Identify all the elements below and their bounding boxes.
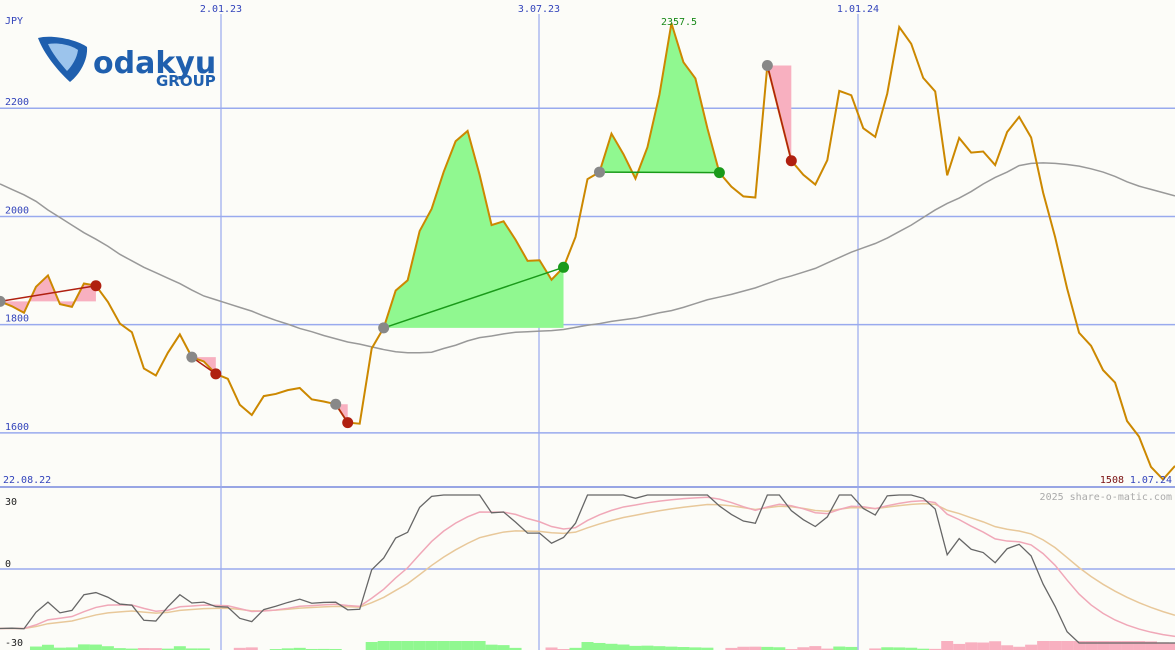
indicator-histogram-bar [173,646,186,650]
indicator-histogram-bar [605,643,618,650]
indicator-slow-line [0,502,1175,630]
currency-label: JPY [5,16,23,27]
price-line [0,22,1175,481]
series-lines [0,22,1175,650]
indicator-histogram-bar [437,641,450,650]
indicator-histogram-bar [41,644,54,650]
trade-entry-dot [186,351,198,363]
indicator-histogram-bar [653,646,666,650]
indicator-histogram-bar [89,644,102,650]
trade-exit-dot [90,280,102,292]
indicator-histogram-bar [1169,643,1175,650]
indicator-histogram-bar [1049,641,1062,650]
indicator-histogram-bar [941,641,954,650]
trade-exit-dot [785,155,797,167]
low-value-label: 1508 [1100,475,1124,486]
indicator-histogram-bar [497,645,510,650]
trade-entry-dot [0,295,6,307]
date-start-label: 22.08.22 [3,475,51,486]
indicator-histogram-bar [101,646,114,650]
indicator-histogram-bar [1001,645,1014,650]
indicator-histogram-bar [833,646,846,650]
price-tick-label: 2200 [5,97,29,108]
indicator-histogram-bar [377,641,390,650]
indicator-histogram-bar [461,641,474,650]
trade-entry-dot [761,59,773,71]
indicator-histogram-bar [425,641,438,650]
indicator-histogram-bar [581,642,594,650]
indicator-histogram-bar [473,641,486,650]
indicator-histogram-bar [77,644,90,650]
price-tick-label: 1600 [5,422,29,433]
trade-entry-dot [330,398,342,410]
indicator-histogram-bar [989,641,1002,650]
indicator-histogram-bar [977,642,990,650]
trade-line [599,171,720,174]
indicator-histogram-bar [809,646,822,650]
indicator-histogram-bar [389,641,402,650]
date-tick-label: 1.01.24 [837,4,879,15]
indicator-tick-label: 30 [5,497,17,508]
indicator-histogram-bar [749,646,762,650]
date-end-label: 1.07.24 [1130,475,1172,486]
watermark: 2025 share-o-matic.com [1040,492,1172,503]
trade-entry-dot [593,166,605,178]
indicator-tick-label: -30 [5,638,23,649]
indicator-signal-line [0,496,1175,638]
indicator-histogram-bar [401,641,414,650]
indicator-tick-label: 0 [5,559,11,570]
trade-exit-dot [558,261,570,273]
price-tick-label: 1800 [5,314,29,325]
indicator-histogram-bar [617,644,630,650]
trade-exit-dot [342,417,354,429]
grid-lines [0,14,1175,650]
date-tick-label: 2.01.23 [200,4,242,15]
price-tick-label: 2000 [5,205,29,216]
indicator-histogram-bar [365,642,378,650]
indicator-histogram-bar [665,646,678,650]
logo-group-text: GROUP [156,72,216,90]
date-tick-label: 3.07.23 [518,4,560,15]
stock-chart: 1600 1800 2000 2200 -30 0 30 2.01.23 3.07.23 1.01… [0,4,1175,650]
trade-exit-dot [713,167,725,179]
trade-entry-dot [378,322,390,334]
indicator-histogram-bar [953,643,966,650]
trade-exit-dot [210,368,222,380]
indicator-histogram-bar [1037,641,1050,650]
peak-value-label: 2357.5 [661,17,697,28]
indicator-histogram-bar [965,642,978,650]
indicator-histogram-bar [449,641,462,650]
indicator-histogram-bar [593,642,606,650]
indicator-histogram-bar [1025,644,1038,650]
odakyu-logo: odakyu GROUP [38,36,216,90]
indicator-histogram-bar [29,646,42,650]
indicator-histogram-bar [1061,641,1074,650]
indicator-histogram-bar [641,645,654,650]
indicator-histogram-bar [629,645,642,650]
indicator-histogram-bar [413,641,426,650]
trade-fills [0,23,792,423]
indicator-histogram-bar [485,644,498,650]
